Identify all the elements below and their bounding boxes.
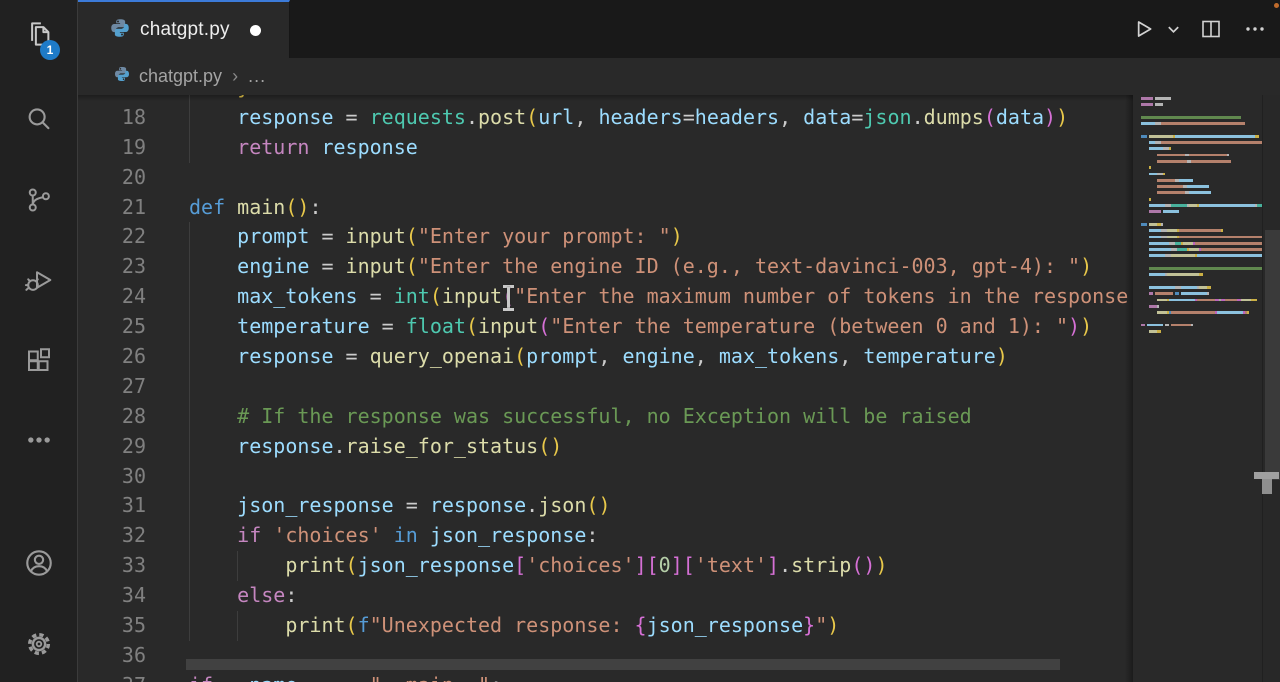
sidebar-item-explorer[interactable]: 1 — [0, 4, 78, 64]
code-text: response = query_openai(prompt, engine, … — [189, 342, 1008, 372]
indent-guide — [189, 372, 190, 402]
vertical-scrollbar-thumb[interactable] — [1265, 230, 1280, 480]
code-text: def main(): — [189, 193, 321, 223]
code-text: print(json_response['choices'][0]['text'… — [189, 551, 888, 581]
code-text: if __name__ == "__main__": — [189, 671, 502, 682]
line-number[interactable]: 27 — [78, 372, 146, 402]
code-line[interactable]: 26 response = query_openai(prompt, engin… — [78, 342, 146, 372]
line-number[interactable]: 30 — [78, 462, 146, 492]
code-text: max_tokens = int(input("Enter the maximu… — [189, 282, 1133, 312]
line-number[interactable]: 26 — [78, 342, 146, 372]
code-text: prompt = input("Enter your prompt: ") — [189, 222, 683, 252]
code-line[interactable]: 18 response = requests.post(url, headers… — [78, 103, 146, 133]
line-number[interactable]: 36 — [78, 641, 146, 671]
code-line[interactable]: 19 return response — [78, 133, 146, 163]
split-editor-icon[interactable] — [1196, 14, 1226, 44]
sidebar-item-source-control[interactable] — [0, 170, 78, 230]
tab-bar: chatgpt.py — [78, 0, 1280, 58]
breadcrumb-separator-icon: › — [232, 66, 238, 87]
code-text: return response — [189, 133, 418, 163]
line-number[interactable]: 21 — [78, 193, 146, 223]
code-line[interactable]: 33 print(json_response['choices'][0]['te… — [78, 551, 146, 581]
tab-label: chatgpt.py — [140, 19, 230, 41]
code-text: response = requests.post(url, headers=he… — [189, 103, 1068, 133]
code-area[interactable]: 17 }18 response = requests.post(url, hea… — [78, 95, 1133, 682]
code-line[interactable]: 29 response.raise_for_status() — [78, 432, 146, 462]
line-number[interactable]: 23 — [78, 252, 146, 282]
minimap[interactable] — [1133, 95, 1262, 682]
code-text: temperature = float(input("Enter the tem… — [189, 312, 1092, 342]
code-line[interactable]: 36 — [78, 641, 146, 671]
activity-bar: 1 — [0, 0, 78, 682]
code-text: # If the response was successful, no Exc… — [189, 402, 972, 432]
line-number[interactable]: 31 — [78, 491, 146, 521]
python-file-icon — [110, 18, 130, 43]
line-number[interactable]: 20 — [78, 163, 146, 193]
code-line[interactable]: 31 json_response = response.json() — [78, 491, 146, 521]
code-line[interactable]: 17 } — [78, 95, 146, 103]
minimap-line — [1141, 329, 1262, 335]
tab-chatgpt-py[interactable]: chatgpt.py — [78, 0, 290, 58]
line-number[interactable]: 19 — [78, 133, 146, 163]
code-editor[interactable]: 17 }18 response = requests.post(url, hea… — [78, 95, 1280, 682]
play-icon[interactable] — [1128, 14, 1158, 44]
sidebar-item-search[interactable] — [0, 90, 78, 150]
recording-dot — [1274, 3, 1279, 8]
account-icon[interactable] — [0, 533, 78, 593]
code-text: } — [189, 95, 249, 103]
code-line[interactable]: 34 else: — [78, 581, 146, 611]
ellipsis-icon[interactable] — [1240, 14, 1270, 44]
modified-indicator-icon[interactable] — [250, 25, 261, 36]
code-line[interactable]: 23 engine = input("Enter the engine ID (… — [78, 252, 146, 282]
sidebar-item-extensions[interactable] — [0, 330, 78, 390]
code-line[interactable]: 22 prompt = input("Enter your prompt: ") — [78, 222, 146, 252]
code-text: response.raise_for_status() — [189, 432, 562, 462]
line-number[interactable]: 34 — [78, 581, 146, 611]
code-text: if 'choices' in json_response: — [189, 521, 598, 551]
explorer-badge: 1 — [40, 40, 60, 60]
code-line[interactable]: 24 max_tokens = int(input("Enter the max… — [78, 282, 146, 312]
editor-actions — [1128, 0, 1270, 58]
line-number[interactable]: 32 — [78, 521, 146, 551]
line-number[interactable]: 37 — [78, 671, 146, 682]
indent-guide — [189, 462, 190, 492]
code-text: json_response = response.json() — [189, 491, 610, 521]
python-file-icon — [114, 66, 130, 87]
code-text: print(f"Unexpected response: {json_respo… — [189, 611, 839, 641]
vscode-window: chatgpt.py — [0, 0, 1280, 682]
code-line[interactable]: 35 print(f"Unexpected response: {json_re… — [78, 611, 146, 641]
line-number[interactable]: 18 — [78, 103, 146, 133]
code-line[interactable]: 32 if 'choices' in json_response: — [78, 521, 146, 551]
gear-icon[interactable] — [0, 614, 78, 674]
code-line[interactable]: 20 — [78, 163, 146, 193]
line-number[interactable]: 24 — [78, 282, 146, 312]
breadcrumb: chatgpt.py › ... — [78, 58, 1280, 95]
line-number[interactable]: 25 — [78, 312, 146, 342]
code-text: engine = input("Enter the engine ID (e.g… — [189, 252, 1092, 282]
chevron-down-icon[interactable] — [1164, 14, 1182, 44]
code-line[interactable]: 30 — [78, 462, 146, 492]
vertical-scrollbar[interactable] — [1262, 95, 1280, 682]
line-number[interactable]: 29 — [78, 432, 146, 462]
more-views-ellipsis-icon[interactable] — [0, 410, 78, 470]
horizontal-scrollbar-thumb[interactable] — [186, 659, 1060, 670]
code-line[interactable]: 28 # If the response was successful, no … — [78, 402, 146, 432]
line-number[interactable]: 17 — [78, 95, 146, 103]
breadcrumb-symbol[interactable]: ... — [248, 66, 266, 87]
code-line[interactable]: 37if __name__ == "__main__": — [78, 671, 146, 682]
line-number[interactable]: 22 — [78, 222, 146, 252]
code-line[interactable]: 27 — [78, 372, 146, 402]
code-text: else: — [189, 581, 297, 611]
line-number[interactable]: 33 — [78, 551, 146, 581]
line-number[interactable]: 35 — [78, 611, 146, 641]
sidebar-item-run-debug[interactable] — [0, 250, 78, 310]
line-number[interactable]: 28 — [78, 402, 146, 432]
code-line[interactable]: 21def main(): — [78, 193, 146, 223]
breadcrumb-file[interactable]: chatgpt.py — [139, 66, 222, 87]
code-line[interactable]: 25 temperature = float(input("Enter the … — [78, 312, 146, 342]
